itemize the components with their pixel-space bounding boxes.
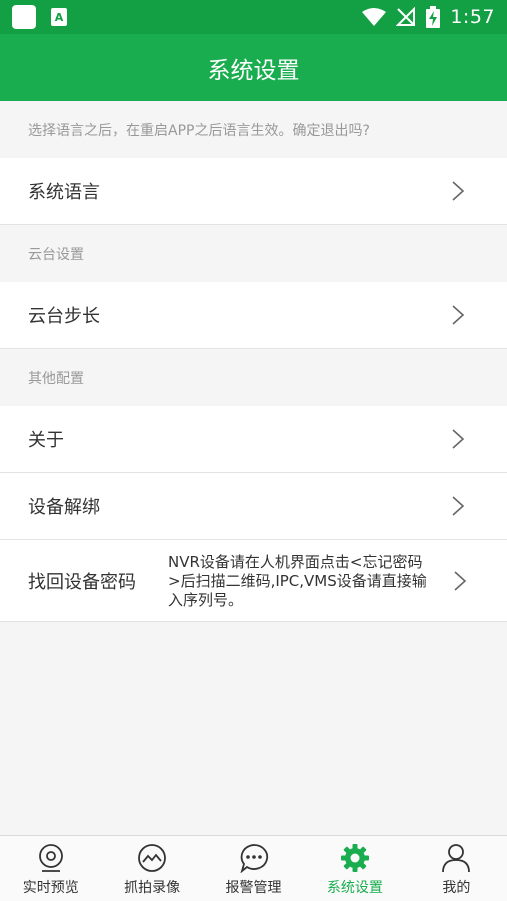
- gear-icon: [340, 844, 369, 872]
- nav-snapshot-recording[interactable]: 抓拍录像: [101, 836, 202, 901]
- camera-icon: [38, 844, 63, 872]
- bottom-navigation: 实时预览 抓拍录像 报警管理 系统设置 我的: [0, 835, 507, 901]
- page-title: 系统设置: [207, 57, 300, 84]
- chevron-right-icon: [452, 496, 465, 516]
- svg-text:A: A: [55, 11, 64, 24]
- recover-password-label: 找回设备密码: [28, 571, 136, 593]
- nav-mine[interactable]: 我的: [406, 836, 507, 901]
- system-language-label: 系统语言: [28, 182, 100, 203]
- nav-label: 我的: [442, 880, 471, 896]
- chevron-right-icon: [452, 429, 465, 449]
- nav-label: 报警管理: [225, 880, 282, 896]
- chevron-right-icon: [454, 570, 467, 591]
- nav-label: 抓拍录像: [124, 880, 181, 896]
- ptz-step-row[interactable]: 云台步长: [0, 282, 507, 349]
- status-bar: A 1:57: [0, 0, 507, 34]
- other-section-header: 其他配置: [0, 349, 507, 406]
- language-hint: 选择语言之后，在重启APP之后语言生效。确定退出吗?: [0, 101, 507, 158]
- app-bar: 系统设置: [0, 34, 507, 101]
- device-unbind-row[interactable]: 设备解绑: [0, 473, 507, 540]
- device-unbind-label: 设备解绑: [28, 497, 100, 518]
- photo-icon: [138, 844, 167, 872]
- settings-list: 选择语言之后，在重启APP之后语言生效。确定退出吗? 系统语言 云台设置 云台步…: [0, 101, 507, 622]
- battery-charging-icon: [426, 6, 441, 28]
- recover-password-row[interactable]: 找回设备密码 NVR设备请在人机界面点击<忘记密码>后扫描二维码,IPC,VMS…: [0, 540, 507, 622]
- nav-label: 系统设置: [326, 880, 383, 896]
- nav-label: 实时预览: [22, 880, 79, 896]
- nav-alarm-management[interactable]: 报警管理: [203, 836, 304, 901]
- nav-system-settings[interactable]: 系统设置: [304, 836, 405, 901]
- about-row[interactable]: 关于: [0, 406, 507, 473]
- ptz-section-header: 云台设置: [0, 225, 507, 282]
- keyboard-notification-icon: A: [51, 8, 67, 26]
- recover-password-description: NVR设备请在人机界面点击<忘记密码>后扫描二维码,IPC,VMS设备请直接输入…: [168, 553, 427, 609]
- chevron-right-icon: [452, 305, 465, 325]
- wifi-icon: [362, 8, 387, 26]
- user-icon: [442, 844, 471, 873]
- no-signal-icon: [396, 7, 416, 26]
- about-label: 关于: [28, 430, 64, 451]
- system-language-row[interactable]: 系统语言: [0, 158, 507, 225]
- chevron-right-icon: [452, 181, 465, 201]
- status-time: 1:57: [450, 6, 495, 28]
- nav-live-preview[interactable]: 实时预览: [0, 836, 101, 901]
- app-notification-icon: [12, 5, 36, 29]
- chat-icon: [240, 844, 268, 873]
- ptz-step-label: 云台步长: [28, 306, 100, 327]
